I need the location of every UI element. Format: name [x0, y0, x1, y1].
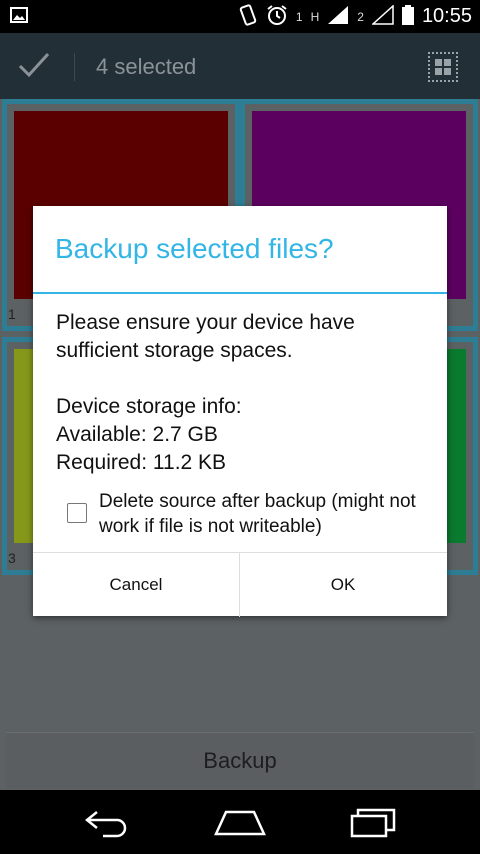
navigation-bar	[0, 790, 480, 854]
done-check-icon[interactable]	[18, 51, 50, 84]
back-icon[interactable]	[83, 806, 131, 843]
vibrate-icon	[238, 4, 258, 29]
dialog-title: Backup selected files?	[55, 233, 334, 264]
delete-source-checkbox[interactable]	[67, 503, 87, 523]
cancel-button[interactable]: Cancel	[33, 553, 239, 617]
selection-count-title: 4 selected	[96, 54, 197, 79]
network-type-label: H	[310, 9, 320, 24]
recent-apps-icon[interactable]	[350, 806, 398, 843]
alarm-icon	[266, 4, 288, 29]
home-icon[interactable]	[214, 806, 266, 843]
select-all-grid-icon[interactable]	[428, 52, 458, 82]
delete-source-checkbox-label[interactable]: Delete source after backup (might not wo…	[99, 489, 439, 539]
battery-icon	[401, 5, 414, 28]
signal-strength-icon-sim2	[370, 4, 394, 28]
clock-time: 10:55	[421, 5, 472, 27]
image-notification-icon	[10, 7, 28, 28]
file-tile-number: 1	[8, 306, 16, 322]
sim1-label: 1	[295, 9, 303, 24]
signal-strength-icon-sim1	[327, 5, 349, 28]
backup-dialog: Backup selected files? Please ensure you…	[33, 206, 447, 617]
file-tile-number: 3	[8, 550, 16, 566]
dialog-title-divider	[33, 292, 447, 294]
status-bar: 1 H 2 10:55	[0, 0, 480, 33]
dialog-message: Please ensure your device have sufficien…	[56, 311, 355, 474]
action-bar-divider	[74, 53, 75, 81]
dialog-button-bar: Cancel OK	[33, 552, 447, 617]
sim2-label: 2	[357, 9, 364, 24]
backup-button[interactable]: Backup	[6, 732, 474, 789]
ok-button[interactable]: OK	[240, 553, 446, 617]
action-bar: 4 selected	[0, 33, 480, 99]
